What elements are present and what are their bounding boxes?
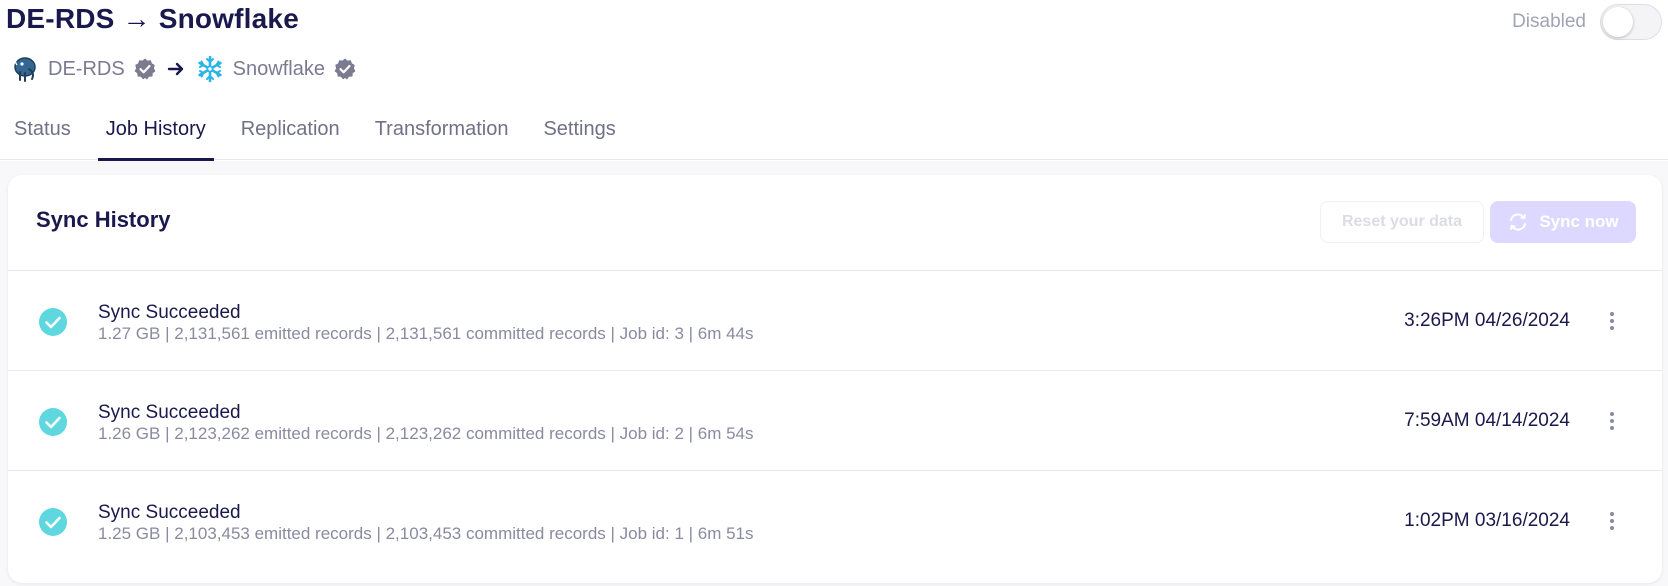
tab-job-history[interactable]: Job History — [97, 112, 214, 161]
connection-header: DE-RDS → Snowflake Disabled DE-RDS Snowf… — [0, 0, 1668, 161]
source-connector[interactable]: DE-RDS — [10, 54, 157, 84]
job-status: Sync Succeeded — [98, 402, 241, 423]
connector-path: DE-RDS Snowflake — [10, 52, 357, 86]
job-details: 1.27 GB | 2,131,561 emitted records | 2,… — [98, 324, 754, 343]
source-name: DE-RDS — [48, 57, 125, 80]
job-row[interactable]: Sync Succeeded 1.25 GB | 2,103,453 emitt… — [8, 471, 1662, 571]
reset-data-button[interactable]: Reset your data — [1320, 201, 1484, 243]
destination-connector[interactable]: Snowflake — [195, 54, 357, 84]
sync-now-button[interactable]: Sync now — [1490, 201, 1636, 243]
tab-status[interactable]: Status — [6, 112, 79, 160]
success-check-icon — [38, 407, 68, 437]
tab-settings[interactable]: Settings — [535, 112, 623, 160]
toggle-knob — [1603, 7, 1633, 37]
sync-history-card: Sync History Reset your data Sync now Sy… — [8, 175, 1662, 583]
verified-badge-icon — [333, 57, 357, 81]
success-check-icon — [38, 507, 68, 537]
job-details: 1.25 GB | 2,103,453 emitted records | 2,… — [98, 524, 754, 543]
sync-now-label: Sync now — [1539, 212, 1619, 231]
job-row[interactable]: Sync Succeeded 1.27 GB | 2,131,561 emitt… — [8, 271, 1662, 371]
postgres-elephant-icon — [10, 54, 40, 84]
more-options-icon[interactable] — [1600, 409, 1624, 433]
job-status: Sync Succeeded — [98, 502, 241, 523]
tab-replication[interactable]: Replication — [233, 112, 348, 160]
success-check-icon — [38, 307, 68, 337]
main-content: Sync History Reset your data Sync now Sy… — [0, 161, 1668, 586]
more-options-icon[interactable] — [1600, 309, 1624, 333]
job-status: Sync Succeeded — [98, 302, 241, 323]
destination-name: Snowflake — [232, 57, 325, 80]
job-timestamp: 3:26PM 04/26/2024 — [1404, 310, 1570, 331]
sync-history-title: Sync History — [36, 207, 171, 232]
job-row[interactable]: Sync Succeeded 1.26 GB | 2,123,262 emitt… — [8, 371, 1662, 471]
snowflake-icon — [195, 54, 225, 84]
enable-toggle[interactable] — [1600, 4, 1662, 40]
tab-transformation[interactable]: Transformation — [367, 112, 517, 160]
refresh-icon — [1507, 211, 1529, 233]
toggle-label: Disabled — [1512, 11, 1586, 32]
enable-toggle-group: Disabled — [1512, 4, 1662, 40]
connection-tabs: Status Job History Replication Transform… — [6, 112, 643, 161]
arrow-right-icon — [167, 60, 185, 78]
sync-history-header: Sync History Reset your data Sync now — [8, 175, 1662, 271]
job-timestamp: 7:59AM 04/14/2024 — [1404, 410, 1570, 431]
job-timestamp: 1:02PM 03/16/2024 — [1404, 510, 1570, 531]
more-options-icon[interactable] — [1600, 509, 1624, 533]
job-details: 1.26 GB | 2,123,262 emitted records | 2,… — [98, 424, 754, 443]
page-title: DE-RDS → Snowflake — [6, 3, 299, 34]
verified-badge-icon — [133, 57, 157, 81]
